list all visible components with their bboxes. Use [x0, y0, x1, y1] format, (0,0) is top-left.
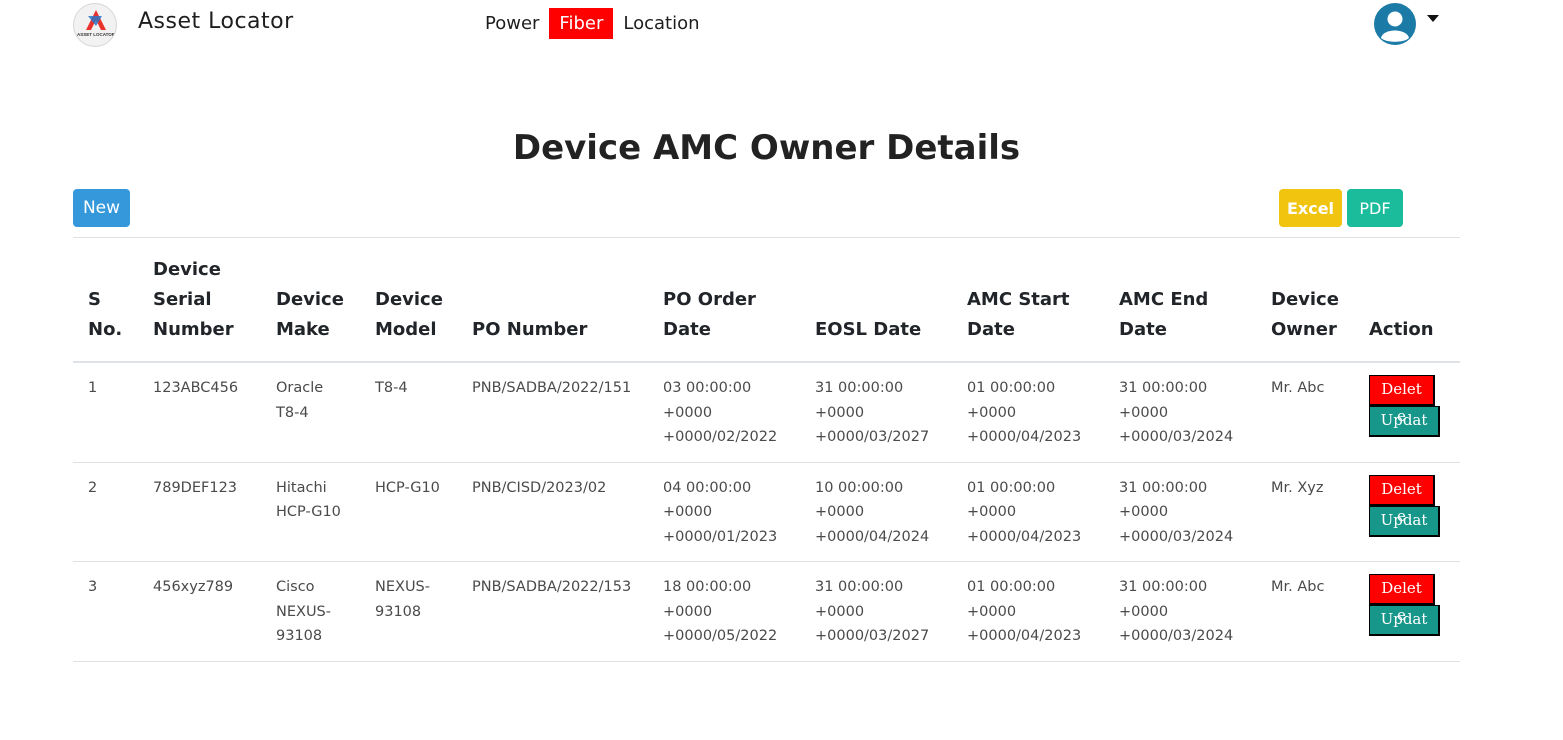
brand-name[interactable]: Asset Locator — [138, 9, 294, 34]
excel-export-button[interactable]: Excel — [1279, 189, 1342, 227]
cell-eosl-date: 10 00:00:00 +0000 +0000/04/2024 — [800, 462, 952, 562]
cell-make: Oracle T8-4 — [261, 362, 360, 463]
cell-amc-end: 31 00:00:00 +0000 +0000/03/2024 — [1104, 362, 1256, 463]
update-button[interactable]: Update — [1369, 505, 1440, 556]
column-header[interactable]: AMC Start Date — [952, 237, 1104, 363]
pdf-export-button[interactable]: PDF — [1347, 189, 1403, 227]
update-button[interactable]: Update — [1369, 406, 1440, 456]
table-row: 1 123ABC456 Oracle T8-4 T8-4 PNB/SADBA/2… — [73, 362, 1460, 463]
cell-amc-start: 01 00:00:00 +0000 +0000/04/2023 — [952, 462, 1104, 562]
user-avatar-icon[interactable] — [1374, 3, 1416, 45]
update-button[interactable]: Update — [1369, 605, 1440, 655]
column-header[interactable]: Device Owner — [1256, 237, 1354, 363]
column-header[interactable]: PO Order Date — [648, 237, 800, 363]
cell-eosl-date: 31 00:00:00 +0000 +0000/03/2027 — [800, 362, 952, 463]
table-row: 2 789DEF123 Hitachi HCP-G10 HCP-G10 PNB/… — [73, 462, 1460, 562]
cell-amc-start: 01 00:00:00 +0000 +0000/04/2023 — [952, 362, 1104, 463]
column-header[interactable]: Device Make — [261, 237, 360, 363]
table-header-row: S No. Device Serial Number Device Make D… — [73, 237, 1460, 363]
cell-amc-start: 01 00:00:00 +0000 +0000/04/2023 — [952, 561, 1104, 662]
logo-text: ASSET LOCATOR — [77, 32, 116, 37]
new-button[interactable]: New — [73, 189, 130, 227]
delete-button[interactable]: Delete — [1369, 574, 1435, 624]
cell-po-date: 03 00:00:00 +0000 +0000/02/2022 — [648, 362, 800, 463]
amc-table-container: S No. Device Serial Number Device Make D… — [73, 237, 1460, 662]
cell-sno: 1 — [73, 362, 138, 463]
page-title: Device AMC Owner Details — [512, 128, 1021, 168]
cell-sno: 3 — [73, 561, 138, 662]
nav-link-power[interactable]: Power — [479, 7, 545, 40]
cell-model: T8-4 — [360, 362, 457, 463]
cell-sno: 2 — [73, 462, 138, 562]
cell-po-date: 18 00:00:00 +0000 +0000/05/2022 — [648, 561, 800, 662]
cell-po-number: PNB/SADBA/2022/153 — [457, 561, 648, 662]
cell-serial: 123ABC456 — [138, 362, 261, 463]
cell-po-date: 04 00:00:00 +0000 +0000/01/2023 — [648, 462, 800, 562]
column-header[interactable]: Device Model — [360, 237, 457, 363]
delete-button[interactable]: Delete — [1369, 474, 1435, 525]
nav-link-location[interactable]: Location — [617, 7, 705, 40]
column-header[interactable]: PO Number — [457, 237, 648, 363]
cell-po-number: PNB/CISD/2023/02 — [457, 462, 648, 562]
cell-amc-end: 31 00:00:00 +0000 +0000/03/2024 — [1104, 561, 1256, 662]
cell-model: HCP-G10 — [360, 462, 457, 562]
cell-action: Delete Update — [1354, 362, 1460, 463]
cell-serial: 456xyz789 — [138, 561, 261, 662]
cell-owner: Mr. Xyz — [1256, 462, 1354, 562]
delete-button[interactable]: Delete — [1369, 375, 1435, 425]
cell-action: Delete Update — [1354, 462, 1460, 562]
navbar: ASSET LOCATOR Asset Locator Power Fiber … — [0, 0, 1563, 50]
column-header: Action — [1354, 237, 1460, 363]
cell-amc-end: 31 00:00:00 +0000 +0000/03/2024 — [1104, 462, 1256, 562]
amc-owner-table: S No. Device Serial Number Device Make D… — [73, 237, 1460, 662]
table-row: 3 456xyz789 Cisco NEXUS-93108 NEXUS-9310… — [73, 561, 1460, 662]
column-header[interactable]: EOSL Date — [800, 237, 952, 363]
column-header[interactable]: AMC End Date — [1104, 237, 1256, 363]
column-header[interactable]: S No. — [73, 237, 138, 363]
cell-make: Cisco NEXUS-93108 — [261, 561, 360, 662]
nav-link-fiber[interactable]: Fiber — [549, 8, 614, 39]
main-nav: Power Fiber Location — [479, 7, 706, 40]
cell-eosl-date: 31 00:00:00 +0000 +0000/03/2027 — [800, 561, 952, 662]
cell-model: NEXUS-93108 — [360, 561, 457, 662]
cell-owner: Mr. Abc — [1256, 362, 1354, 463]
cell-po-number: PNB/SADBA/2022/151 — [457, 362, 648, 463]
cell-owner: Mr. Abc — [1256, 561, 1354, 662]
cell-action: Delete Update — [1354, 561, 1460, 662]
cell-make: Hitachi HCP-G10 — [261, 462, 360, 562]
column-header[interactable]: Device Serial Number — [138, 237, 261, 363]
asset-locator-logo[interactable]: ASSET LOCATOR — [73, 3, 117, 47]
caret-down-icon[interactable] — [1427, 15, 1439, 22]
cell-serial: 789DEF123 — [138, 462, 261, 562]
